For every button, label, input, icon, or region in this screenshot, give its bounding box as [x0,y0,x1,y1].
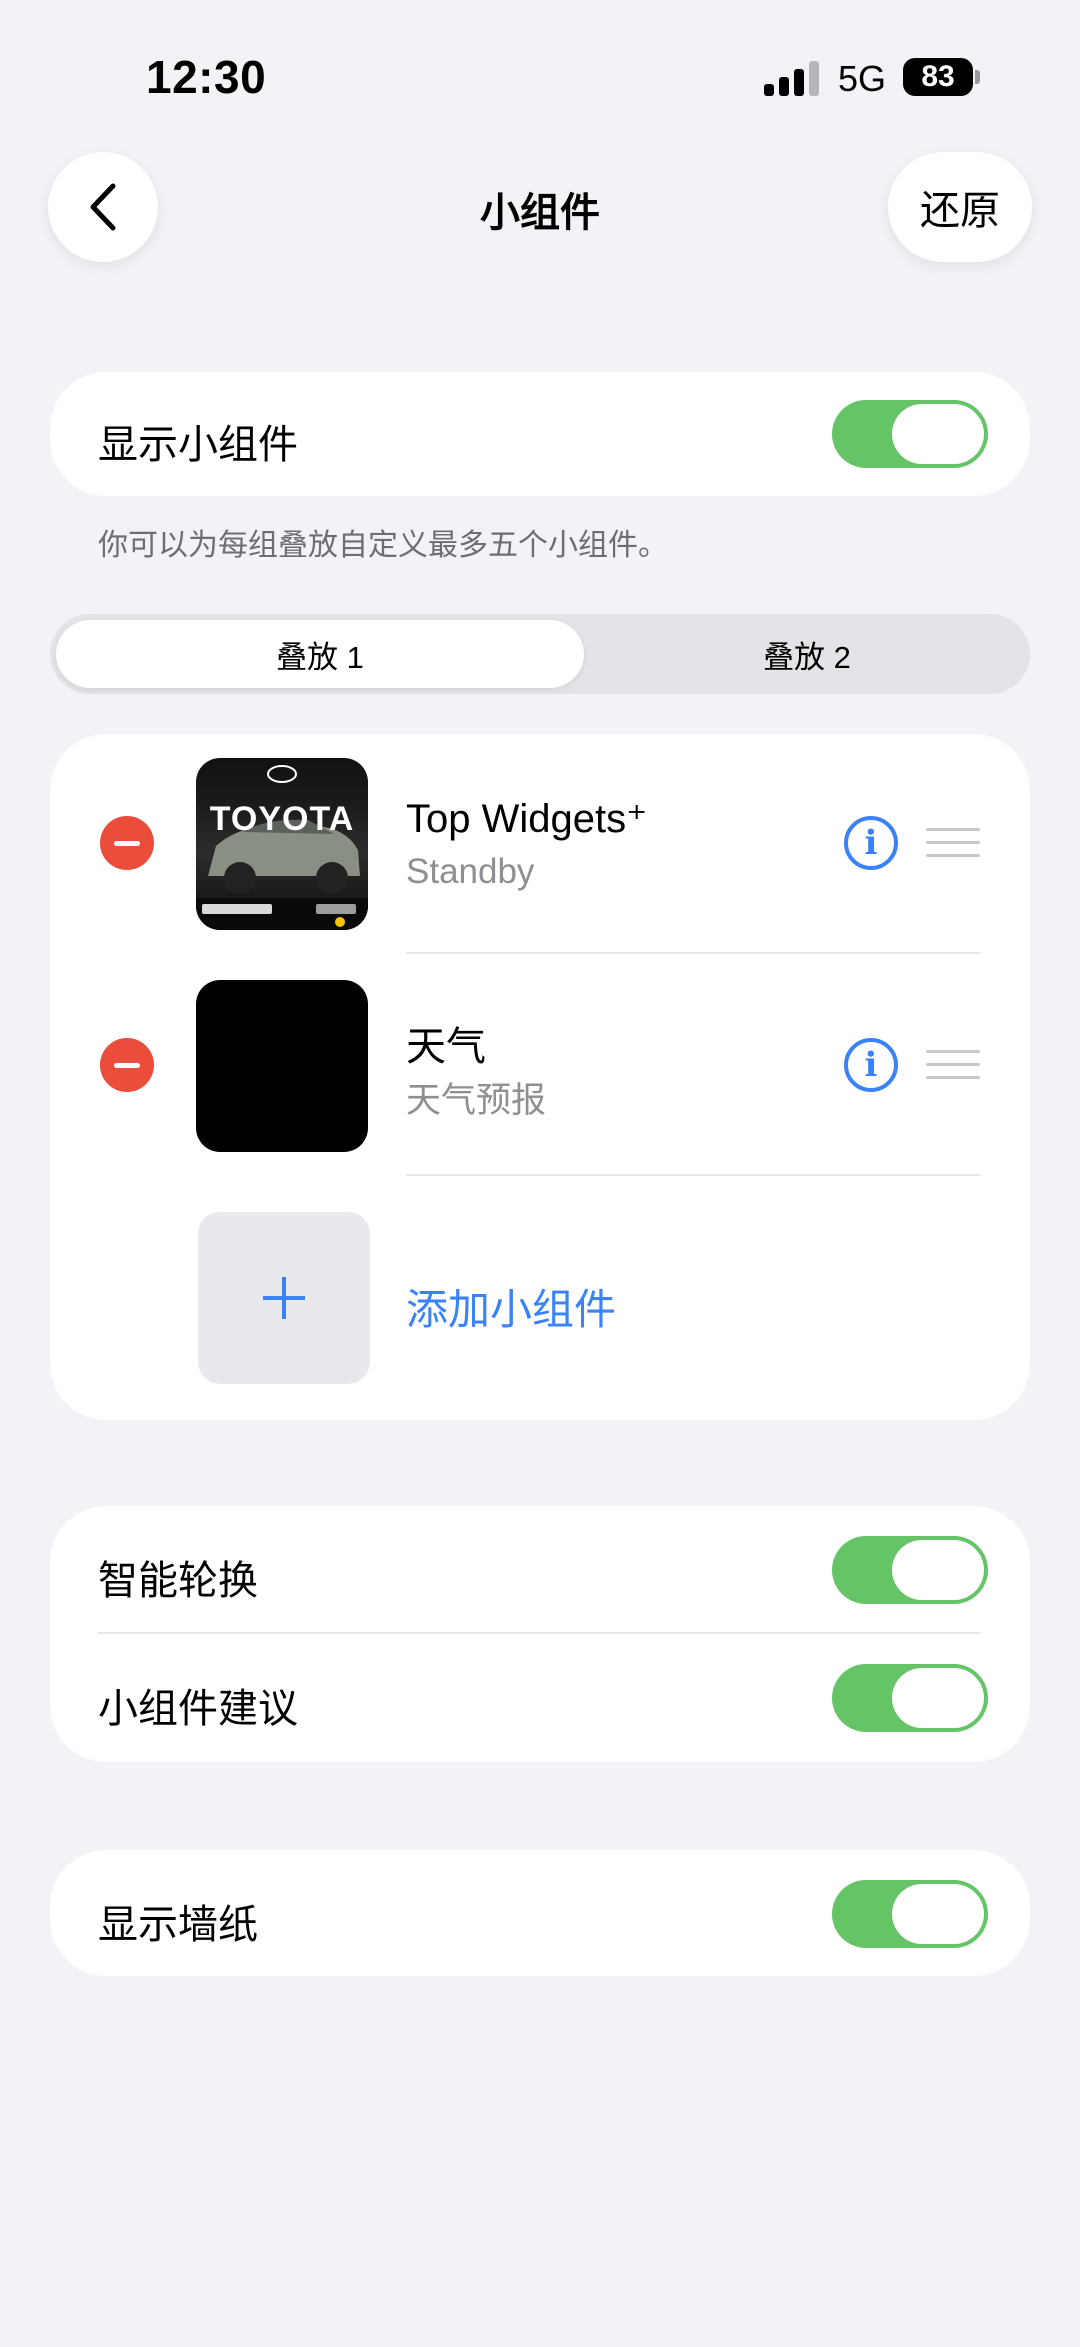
show-wallpaper-toggle[interactable] [832,1880,988,1948]
stack-footnote: 你可以为每组叠放自定义最多五个小组件。 [98,529,668,562]
battery-icon: 83 [903,58,973,96]
add-widget-tile[interactable] [198,1212,370,1384]
widget-thumbnail-weather [196,980,368,1152]
smart-rotate-label: 智能轮换 [98,1559,258,1603]
show-widgets-label: 显示小组件 [98,423,298,467]
plus-icon [263,1277,305,1319]
car-image [196,765,368,930]
network-label: 5G [838,58,887,99]
widget-suggestions-toggle[interactable] [832,1664,988,1732]
widget-name: Top Widgets⁺ [406,797,648,841]
remove-widget-button[interactable] [100,816,154,870]
widget-thumbnail-topwidgets: TOYOTA [196,758,368,930]
add-widget-button[interactable]: 添加小组件 [406,1276,616,1337]
signal-bars-icon [764,60,822,96]
info-icon[interactable]: i [844,816,898,870]
row-separator [98,1632,980,1634]
remove-widget-button[interactable] [100,1038,154,1092]
restore-button[interactable]: 还原 [888,152,1032,262]
widget-name: 天气 [406,1025,486,1069]
options-card: 智能轮换 小组件建议 [50,1506,1030,1762]
tab-stack-2[interactable]: 叠放 2 [590,620,1024,688]
show-widgets-toggle[interactable] [832,400,988,468]
info-icon[interactable]: i [844,1038,898,1092]
tab-stack-1[interactable]: 叠放 1 [56,620,584,688]
stack-segmented-control: 叠放 1 叠放 2 [50,614,1030,694]
drag-handle-icon[interactable] [926,828,980,858]
row-separator [406,1174,980,1176]
remove-icon [114,1062,140,1068]
show-wallpaper-label: 显示墙纸 [98,1903,258,1947]
status-time: 12:30 [146,51,267,103]
toyota-logo-text: TOYOTA [209,800,355,838]
show-widgets-card: 显示小组件 [50,372,1030,496]
widget-subtitle: 天气预报 [406,1081,547,1120]
wallpaper-card: 显示墙纸 [50,1850,1030,1976]
drag-handle-icon[interactable] [926,1050,980,1080]
widget-subtitle: Standby [406,852,535,891]
smart-rotate-toggle[interactable] [832,1536,988,1604]
battery-tip [975,70,980,84]
row-separator [406,952,980,954]
remove-icon [114,840,140,846]
widget-suggestions-label: 小组件建议 [98,1687,298,1731]
widget-list-card: TOYOTA Top Widgets⁺ Standby i 天气 天气预报 i … [50,734,1030,1420]
